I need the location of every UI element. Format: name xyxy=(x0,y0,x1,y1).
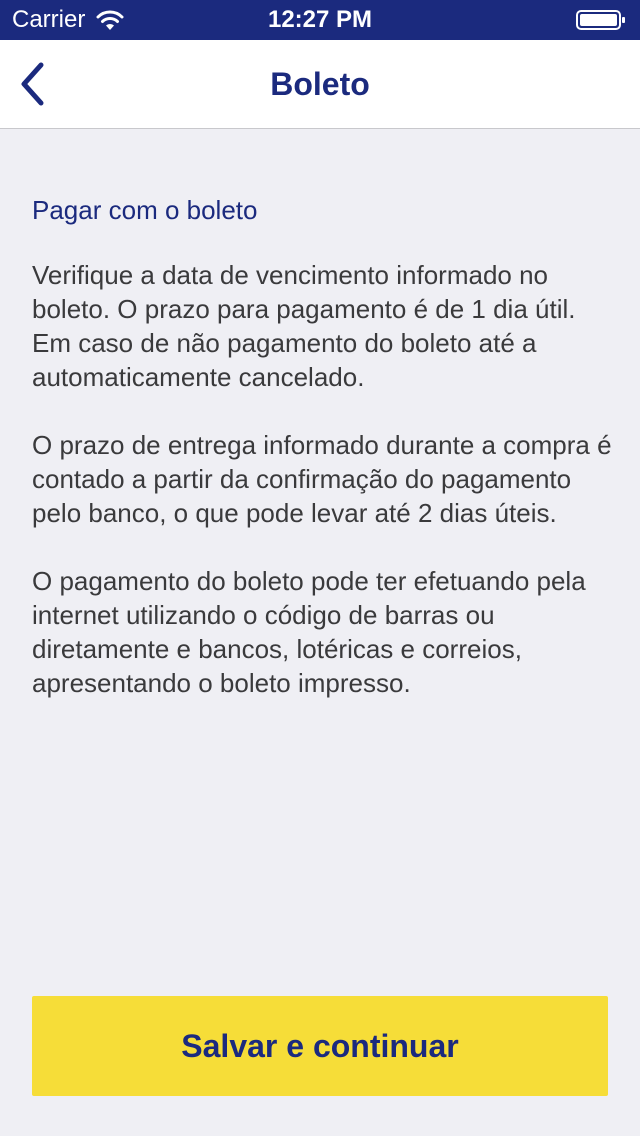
page-title: Boleto xyxy=(270,66,370,102)
paragraph-delivery: O prazo de entrega informado durante a c… xyxy=(32,430,612,528)
section-title: Pagar com o boleto xyxy=(32,195,258,225)
status-bar: Carrier 12:27 PM xyxy=(0,0,640,40)
back-button[interactable] xyxy=(10,54,54,114)
paragraph-due-date: Verifique a data de vencimento informado… xyxy=(32,260,576,392)
paragraph-payment-methods: O pagamento do boleto pode ter efetuando… xyxy=(32,566,586,698)
save-and-continue-button[interactable]: Salvar e continuar xyxy=(32,996,608,1096)
chevron-left-icon xyxy=(21,62,44,106)
boleto-info: Pagar com o boleto Verifique a data de v… xyxy=(32,190,612,734)
battery-icon xyxy=(576,10,625,30)
navigation-bar: Boleto xyxy=(0,40,640,129)
status-time: 12:27 PM xyxy=(267,6,373,33)
